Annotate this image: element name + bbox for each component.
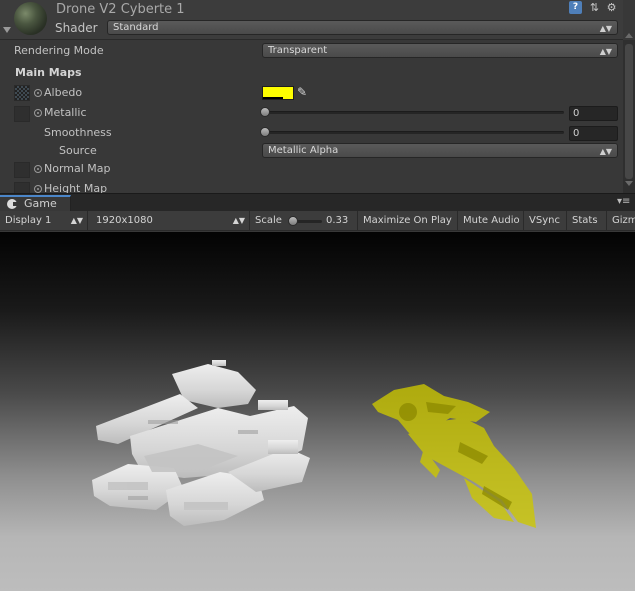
metallic-slider-thumb[interactable]: [260, 107, 270, 117]
source-label: Source: [59, 144, 97, 157]
tank-model: [92, 360, 310, 526]
chevron-down-icon: ▲▼: [70, 216, 83, 225]
header-icon-group: ? ⇅ ⚙: [569, 1, 619, 15]
rendering-mode-dropdown[interactable]: Transparent ▲▼: [262, 43, 618, 58]
vsync-toggle[interactable]: VSync: [524, 211, 567, 231]
chevron-down-icon: ▲▼: [599, 147, 612, 156]
gizmos-toggle[interactable]: Gizmos: [607, 211, 635, 231]
chevron-down-icon: ▲▼: [232, 216, 245, 225]
smoothness-value-field[interactable]: 0: [569, 126, 618, 141]
material-title: Drone V2 Cyberte 1: [56, 2, 185, 17]
scroll-up-arrow-icon[interactable]: [625, 33, 633, 38]
object-picker-icon[interactable]: [34, 165, 42, 173]
drone-model: [372, 384, 536, 528]
resolution-dropdown-value: 1920x1080: [96, 215, 153, 226]
inspector-scrollbar[interactable]: [623, 40, 635, 193]
metallic-value-field[interactable]: 0: [569, 106, 618, 121]
help-icon[interactable]: ?: [569, 1, 582, 14]
foldout-arrow-icon[interactable]: [3, 27, 11, 33]
tab-menu-icon[interactable]: ▾≡: [617, 196, 630, 208]
metallic-texture-slot[interactable]: [14, 106, 30, 122]
albedo-texture-slot[interactable]: [14, 85, 30, 101]
material-header: Drone V2 Cyberte 1 Shader Standard ▲▼ ? …: [0, 0, 623, 40]
game-viewport[interactable]: [0, 232, 635, 591]
height-map-texture-slot[interactable]: [14, 182, 30, 193]
eyedropper-icon[interactable]: ✎: [297, 84, 311, 100]
game-controller-icon: [7, 199, 18, 209]
stats-toggle[interactable]: Stats: [567, 211, 607, 231]
source-dropdown[interactable]: Metallic Alpha ▲▼: [262, 143, 618, 158]
maximize-on-play-toggle[interactable]: Maximize On Play: [358, 211, 458, 231]
metallic-slider-track[interactable]: [264, 111, 564, 114]
material-inspector: Drone V2 Cyberte 1 Shader Standard ▲▼ ? …: [0, 0, 635, 193]
mute-audio-toggle[interactable]: Mute Audio: [458, 211, 524, 231]
preset-icon[interactable]: ⇅: [588, 1, 601, 14]
scale-slider-thumb[interactable]: [288, 216, 298, 226]
metallic-label: Metallic: [44, 106, 87, 119]
albedo-label: Albedo: [44, 86, 83, 99]
material-preview-thumbnail[interactable]: [14, 2, 47, 35]
rendering-mode-label: Rendering Mode: [14, 44, 104, 57]
shader-dropdown[interactable]: Standard ▲▼: [107, 20, 618, 35]
albedo-color-field[interactable]: [262, 86, 294, 100]
object-picker-icon[interactable]: [34, 109, 42, 117]
chevron-down-icon: ▲▼: [599, 24, 612, 33]
rendering-mode-value: Transparent: [268, 45, 328, 56]
object-picker-icon[interactable]: [34, 89, 42, 97]
chevron-down-icon: ▲▼: [599, 47, 612, 56]
resolution-dropdown[interactable]: 1920x1080 ▲▼: [88, 211, 250, 231]
source-dropdown-value: Metallic Alpha: [268, 145, 339, 156]
display-dropdown-value: Display 1: [5, 215, 52, 226]
gear-icon[interactable]: ⚙: [605, 1, 618, 14]
scrollbar-thumb[interactable]: [625, 44, 633, 179]
tab-game[interactable]: Game: [0, 195, 71, 212]
smoothness-label: Smoothness: [44, 126, 112, 139]
smoothness-slider-track[interactable]: [264, 131, 564, 134]
game-tab-bar: Game ▾≡: [0, 193, 635, 212]
object-picker-icon[interactable]: [34, 185, 42, 193]
display-dropdown[interactable]: Display 1 ▲▼: [0, 211, 88, 231]
normal-map-texture-slot[interactable]: [14, 162, 30, 178]
scroll-down-arrow-icon[interactable]: [625, 181, 633, 186]
shader-label: Shader: [55, 21, 98, 35]
tab-game-label: Game: [24, 197, 57, 210]
shader-dropdown-value: Standard: [113, 22, 159, 33]
normal-map-label: Normal Map: [44, 162, 111, 175]
scale-label: Scale: [255, 215, 282, 226]
game-toolbar: Display 1 ▲▼ 1920x1080 ▲▼ Scale 0.33 Max…: [0, 211, 635, 231]
main-maps-heading: Main Maps: [15, 66, 82, 79]
height-map-label: Height Map: [44, 182, 108, 193]
scale-value: 0.33: [326, 215, 349, 226]
smoothness-slider-thumb[interactable]: [260, 127, 270, 137]
